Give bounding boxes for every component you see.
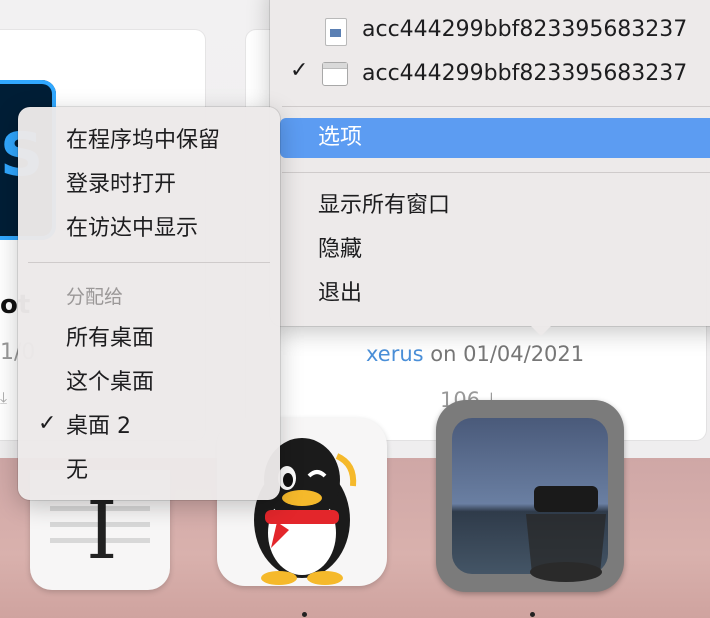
none-item[interactable]: 无: [66, 451, 88, 491]
download-icon: ⤓: [0, 388, 8, 407]
window-icon: [322, 62, 348, 86]
checkmark-icon: ✓: [290, 58, 309, 83]
show-in-finder-item[interactable]: 在访达中显示: [66, 209, 198, 249]
options-submenu: 在程序坞中保留 登录时打开 在访达中显示 分配给 所有桌面 这个桌面 ✓ 桌面 …: [18, 107, 280, 500]
menu-divider: [28, 262, 270, 263]
options-menu-item[interactable]: 选项: [280, 118, 710, 158]
quit-item[interactable]: 退出: [318, 274, 362, 314]
all-desktops-item[interactable]: 所有桌面: [66, 319, 154, 359]
app-context-menu: acc444299bbf823395683237 ✓ acc444299bbf8…: [270, 0, 710, 326]
keep-in-dock-item[interactable]: 在程序坞中保留: [66, 121, 220, 161]
window-item-1[interactable]: acc444299bbf823395683237: [362, 10, 687, 50]
loupe-icon: [526, 486, 606, 582]
show-all-windows-item[interactable]: 显示所有窗口: [318, 186, 450, 226]
assign-to-label: 分配给: [66, 286, 124, 308]
menu-pointer: [523, 318, 559, 336]
hide-item[interactable]: 隐藏: [318, 230, 362, 270]
checkmark-icon: ✓: [38, 411, 57, 436]
author-link[interactable]: xerus: [366, 342, 424, 366]
menu-divider: [282, 172, 710, 173]
open-at-login-item[interactable]: 登录时打开: [66, 165, 176, 205]
preview-icon[interactable]: [436, 400, 624, 592]
menu-divider: [282, 106, 710, 107]
author-line: xerus on 01/04/2021: [366, 342, 584, 366]
window-item-2[interactable]: acc444299bbf823395683237: [362, 54, 687, 94]
document-icon: [325, 18, 347, 46]
running-indicator: [530, 612, 535, 617]
desktop-2-item[interactable]: 桌面 2: [66, 407, 131, 447]
running-indicator: [302, 612, 307, 617]
this-desktop-item[interactable]: 这个桌面: [66, 363, 154, 403]
author-date: on 01/04/2021: [423, 342, 585, 366]
